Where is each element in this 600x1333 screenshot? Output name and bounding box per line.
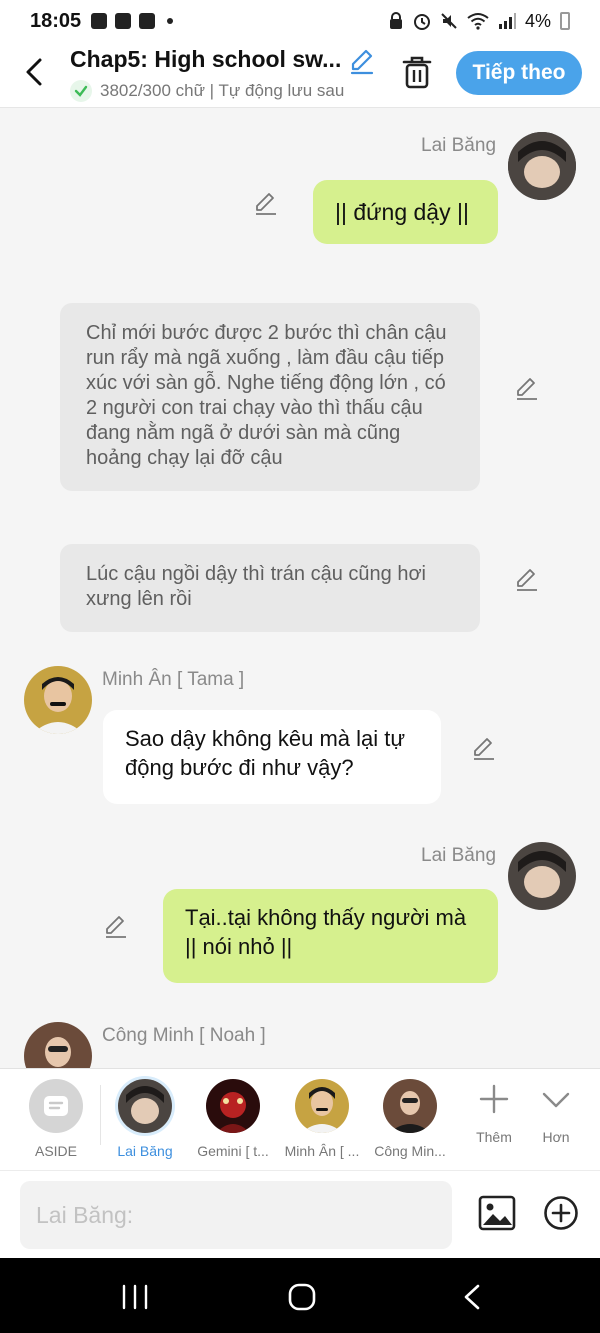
avatar xyxy=(383,1079,437,1133)
narration-block[interactable]: Lúc cậu ngồi dậy thì trán cậu cũng hơi x… xyxy=(60,544,480,632)
character-aside[interactable]: ASIDE xyxy=(14,1079,98,1159)
speaker-name: Minh Ân [ Tama ] xyxy=(102,669,245,690)
shop-notification-icon xyxy=(139,13,156,29)
avatar xyxy=(295,1079,349,1133)
expand-characters-button[interactable]: Hơn xyxy=(526,1083,586,1145)
character-label: ASIDE xyxy=(34,1143,77,1159)
signal-icon xyxy=(498,13,516,29)
character-bar: ASIDE Lai Băng Gemini [ t... Minh Ân [ .… xyxy=(0,1068,600,1170)
character-label: Lai Băng xyxy=(117,1143,173,1159)
image-icon[interactable] xyxy=(478,1195,516,1231)
character-minh-an[interactable]: Minh Ân [ ... xyxy=(280,1079,364,1159)
back-arrow-icon[interactable] xyxy=(20,54,50,90)
speaker-name: Lai Băng xyxy=(421,135,497,156)
character-cong-minh[interactable]: Công Min... xyxy=(368,1079,452,1159)
message-input[interactable] xyxy=(20,1181,452,1249)
alarm-icon xyxy=(413,14,430,30)
message-bubble[interactable]: Tại..tại không thấy người mà || nói nhỏ … xyxy=(163,889,498,983)
pencil-icon[interactable] xyxy=(253,190,279,216)
speaker-name: Lai Băng xyxy=(421,845,497,866)
character-label: Công Min... xyxy=(374,1143,446,1159)
message-bubble[interactable]: Sao dậy không kêu mà lại tự động bước đi… xyxy=(103,710,441,804)
next-button[interactable]: Tiếp theo xyxy=(456,51,582,95)
composer xyxy=(0,1170,600,1258)
alert-notification-icon xyxy=(115,13,132,29)
chat-area[interactable]: Lai Băng || đứng dậy || Chỉ mới bước đượ… xyxy=(0,108,600,1068)
character-label: Minh Ân [ ... xyxy=(284,1143,360,1159)
wifi-icon xyxy=(467,13,489,30)
pencil-icon[interactable] xyxy=(514,566,540,592)
pencil-icon[interactable] xyxy=(514,375,540,401)
speaker-name: Công Minh [ Noah ] xyxy=(102,1025,266,1046)
trash-icon[interactable] xyxy=(400,54,434,90)
character-label: Gemini [ t... xyxy=(197,1143,269,1159)
character-lai-bang[interactable]: Lai Băng xyxy=(103,1079,187,1159)
aside-icon xyxy=(29,1079,83,1133)
system-nav-bar xyxy=(0,1258,600,1333)
chevron-down-icon xyxy=(542,1092,570,1108)
check-icon xyxy=(70,80,92,102)
battery-icon xyxy=(560,12,570,30)
avatar xyxy=(206,1079,260,1133)
avatar[interactable] xyxy=(508,842,576,910)
message-bubble[interactable]: || đứng dậy || xyxy=(313,180,498,244)
divider xyxy=(100,1085,101,1145)
mute-icon xyxy=(441,13,457,29)
word-count-text: 3802/300 chữ | Tự động lưu sau xyxy=(100,81,345,100)
battery-percent: 4% xyxy=(524,10,551,31)
system-back-icon[interactable] xyxy=(460,1282,484,1312)
more-notifications-icon xyxy=(167,18,174,24)
add-character-label: Thêm xyxy=(476,1129,512,1145)
pencil-icon[interactable] xyxy=(103,913,129,939)
gallery-notification-icon xyxy=(91,13,108,29)
clock: 18:05 xyxy=(30,9,82,32)
pencil-icon[interactable] xyxy=(471,735,497,761)
lock-icon xyxy=(389,12,402,29)
narration-block[interactable]: Chỉ mới bước được 2 bước thì chân cậu ru… xyxy=(60,303,480,491)
home-icon[interactable] xyxy=(287,1282,317,1312)
editor-header: Chap5: High school sw... 3802/300 chữ | … xyxy=(0,42,600,108)
avatar[interactable] xyxy=(508,132,576,200)
status-bar: 18:05 4% xyxy=(0,0,600,42)
avatar[interactable] xyxy=(24,1022,92,1068)
character-gemini[interactable]: Gemini [ t... xyxy=(191,1079,275,1159)
plus-icon xyxy=(479,1084,509,1114)
add-character-button[interactable]: Thêm xyxy=(464,1083,524,1145)
avatar[interactable] xyxy=(24,666,92,734)
chapter-title[interactable]: Chap5: High school sw... xyxy=(70,46,350,73)
word-count-status: 3802/300 chữ | Tự động lưu sau xyxy=(70,80,375,102)
avatar xyxy=(118,1079,172,1133)
edit-title-icon[interactable] xyxy=(348,48,376,76)
add-circle-icon[interactable] xyxy=(543,1195,579,1231)
recent-apps-icon[interactable] xyxy=(120,1284,150,1310)
expand-label: Hơn xyxy=(542,1129,570,1145)
